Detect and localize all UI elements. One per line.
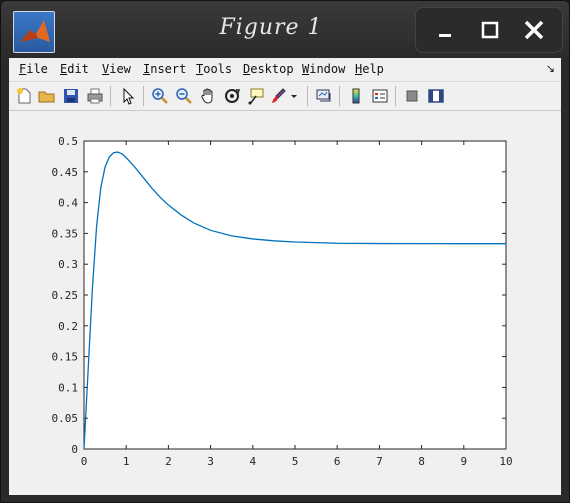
window-title: Figure 1 <box>219 15 323 40</box>
x-tick-label: 5 <box>292 455 299 468</box>
toolbar-separator <box>339 86 340 106</box>
data-cursor-icon[interactable] <box>245 85 267 107</box>
y-tick-label: 0.35 <box>52 227 79 240</box>
hide-plot-tools-icon[interactable] <box>401 85 423 107</box>
show-plot-tools-icon[interactable] <box>425 85 447 107</box>
x-tick-label: 10 <box>499 455 512 468</box>
y-tick-label: 0.2 <box>58 320 78 333</box>
menu-bar: File Edit View Insert Tools Desktop Wind… <box>9 58 561 80</box>
figure-canvas: 0 0.05 0.1 0.15 0.2 0.25 0.3 0.35 0.4 0.45 0.5 0 1 2… <box>9 111 561 495</box>
title-bar[interactable]: Figure 1 <box>1 1 569 57</box>
menu-edit[interactable]: Edit <box>60 62 89 76</box>
window-controls <box>415 7 563 53</box>
print-icon[interactable] <box>84 85 106 107</box>
colorbar-icon[interactable] <box>345 85 367 107</box>
x-tick-label: 4 <box>249 455 256 468</box>
y-tick-label: 0.45 <box>52 166 79 179</box>
menu-file[interactable]: File <box>19 62 48 76</box>
menu-view[interactable]: View <box>102 62 131 76</box>
brush-dropdown-icon[interactable] <box>288 85 300 107</box>
x-tick-label: 1 <box>123 455 130 468</box>
x-tick-label: 9 <box>460 455 467 468</box>
figure-client-area: File Edit View Insert Tools Desktop Wind… <box>9 58 561 495</box>
x-tick-label: 8 <box>418 455 425 468</box>
x-tick-label: 7 <box>376 455 383 468</box>
menu-desktop[interactable]: Desktop <box>243 62 294 76</box>
y-tick-label: 0.15 <box>52 351 79 364</box>
menu-help[interactable]: Help <box>355 62 384 76</box>
link-plot-icon[interactable] <box>313 85 335 107</box>
x-tick-label: 3 <box>207 455 214 468</box>
menu-tools[interactable]: Tools <box>196 62 232 76</box>
y-tick-label: 0.25 <box>52 289 79 302</box>
x-tick-label: 2 <box>165 455 172 468</box>
open-file-icon[interactable] <box>36 85 58 107</box>
plot-area[interactable]: 0 0.05 0.1 0.15 0.2 0.25 0.3 0.35 0.4 0.45 0.5 0 1 2… <box>9 111 561 495</box>
zoom-in-icon[interactable] <box>149 85 171 107</box>
y-tick-label: 0 <box>71 443 78 456</box>
axes-box <box>83 140 507 450</box>
maximize-icon[interactable] <box>468 8 512 52</box>
new-figure-icon[interactable] <box>13 85 35 107</box>
zoom-out-icon[interactable] <box>173 85 195 107</box>
minimize-icon[interactable] <box>424 8 468 52</box>
close-icon[interactable] <box>512 8 556 52</box>
pan-hand-icon[interactable] <box>197 85 219 107</box>
menu-overflow-icon[interactable]: ↘ <box>546 62 555 75</box>
toolbar-separator <box>307 86 308 106</box>
menu-window[interactable]: Window <box>302 62 345 76</box>
menu-insert[interactable]: Insert <box>143 62 186 76</box>
legend-icon[interactable] <box>369 85 391 107</box>
y-tick-label: 0.5 <box>58 135 78 148</box>
y-tick-label: 0.3 <box>58 258 78 271</box>
y-tick-label: 0.1 <box>58 381 78 394</box>
select-arrow-icon[interactable] <box>117 85 139 107</box>
y-tick-label: 0.4 <box>58 197 78 210</box>
toolbar-separator <box>110 86 111 106</box>
figure-toolbar <box>9 81 561 111</box>
x-tick-label: 0 <box>81 455 88 468</box>
toolbar-separator <box>143 86 144 106</box>
save-icon[interactable] <box>60 85 82 107</box>
x-tick-label: 6 <box>334 455 341 468</box>
brush-icon[interactable] <box>267 85 289 107</box>
rotate-3d-icon[interactable] <box>221 85 243 107</box>
figure-window: Figure 1 File Edit View Insert Tools Des… <box>0 0 570 503</box>
toolbar-separator <box>395 86 396 106</box>
matlab-logo-icon <box>13 11 55 53</box>
y-tick-label: 0.05 <box>52 412 79 425</box>
